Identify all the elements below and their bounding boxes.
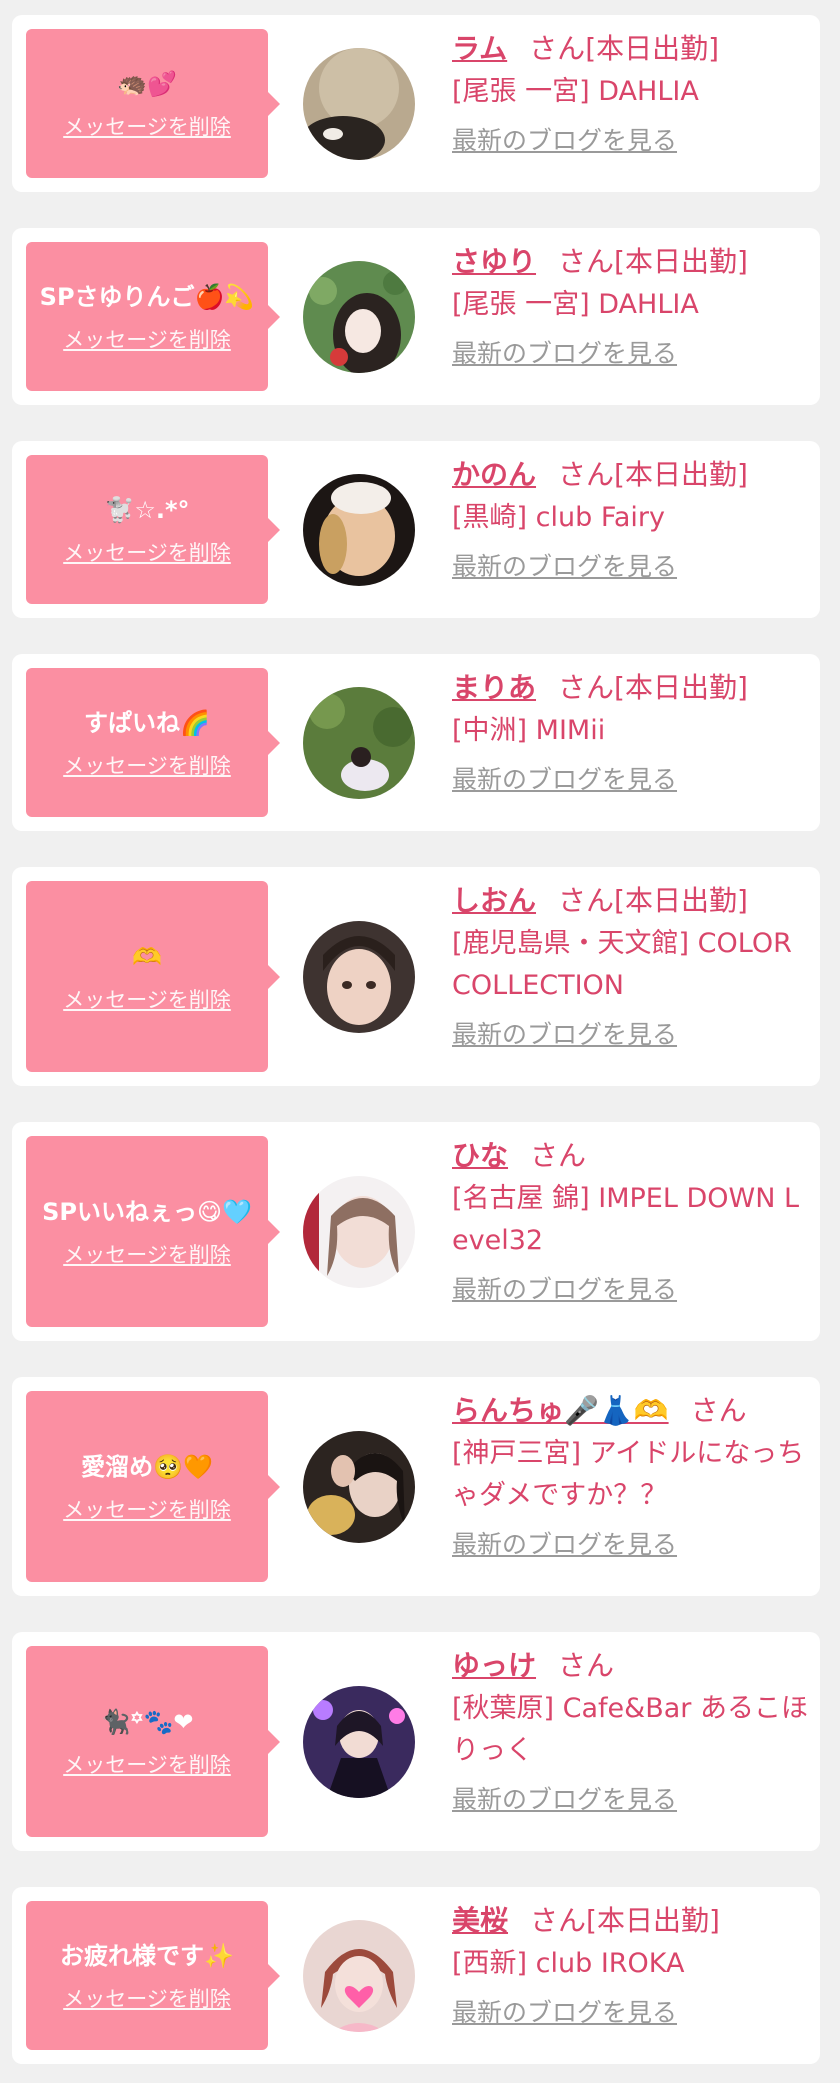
avatar[interactable] bbox=[303, 1686, 415, 1798]
delete-message-link[interactable]: メッセージを削除 bbox=[63, 1494, 231, 1524]
girl-name-link[interactable]: ラム bbox=[452, 32, 507, 65]
shop-info: [名古屋 錦] IMPEL DOWN Level32 bbox=[452, 1183, 800, 1256]
honorific: さん bbox=[558, 245, 615, 278]
list-item: 🦔💕 メッセージを削除 ラム さん[本日出勤] [尾張 一宮] DAHLIA 最新… bbox=[12, 15, 820, 192]
message-text: 愛溜め🥺🧡 bbox=[81, 1452, 213, 1481]
honorific: さん bbox=[529, 32, 586, 65]
delete-message-link[interactable]: メッセージを削除 bbox=[63, 324, 231, 354]
message-bubble: お疲れ様です✨ メッセージを削除 bbox=[26, 1901, 280, 2050]
message-list: 🦔💕 メッセージを削除 ラム さん[本日出勤] [尾張 一宮] DAHLIA 最新… bbox=[0, 0, 840, 2083]
girl-name-link[interactable]: かのん bbox=[452, 458, 536, 491]
message-bubble: SPさゆりんご🍎💫 メッセージを削除 bbox=[26, 242, 280, 391]
message-text: 🦔💕 bbox=[117, 69, 177, 98]
shop-info: [秋葉原] Cafe&Bar あるこほりっく bbox=[452, 1693, 808, 1766]
latest-blog-link[interactable]: 最新のブログを見る bbox=[452, 1993, 677, 2029]
avatar[interactable] bbox=[303, 474, 415, 586]
list-item: お疲れ様です✨ メッセージを削除 美桜 さん[本日出勤] [西新] club IR… bbox=[12, 1887, 820, 2064]
avatar[interactable] bbox=[303, 1176, 415, 1288]
list-item: 🫶 メッセージを削除 しおん さん[本日出勤] [鹿児島県・天文館] COLOR … bbox=[12, 867, 820, 1086]
delete-message-link[interactable]: メッセージを削除 bbox=[63, 537, 231, 567]
girl-name-link[interactable]: らんちゅ🎤👗🫶 bbox=[452, 1394, 669, 1427]
girl-name-link[interactable]: しおん bbox=[452, 884, 536, 917]
message-text: 🫶 bbox=[132, 942, 162, 971]
message-bubble: 🐈‍⬛꙳🐾❤ メッセージを削除 bbox=[26, 1646, 280, 1837]
message-bubble: 愛溜め🥺🧡 メッセージを削除 bbox=[26, 1391, 280, 1582]
honorific: さん bbox=[530, 1904, 587, 1937]
honorific: さん bbox=[558, 1649, 615, 1682]
avatar[interactable] bbox=[303, 1920, 415, 2032]
shop-info: [中洲] MIMii bbox=[452, 715, 606, 746]
message-bubble: 🐩☆.*° メッセージを削除 bbox=[26, 455, 280, 604]
honorific: さん bbox=[690, 1394, 747, 1427]
attendance-status: [本日出勤] bbox=[614, 884, 748, 917]
message-bubble: 🫶 メッセージを削除 bbox=[26, 881, 280, 1072]
latest-blog-link[interactable]: 最新のブログを見る bbox=[452, 1015, 677, 1051]
latest-blog-link[interactable]: 最新のブログを見る bbox=[452, 547, 677, 583]
message-text: お疲れ様です✨ bbox=[60, 1941, 234, 1970]
girl-name-link[interactable]: まりあ bbox=[452, 671, 536, 704]
message-text: SPさゆりんご🍎💫 bbox=[39, 282, 255, 311]
delete-message-link[interactable]: メッセージを削除 bbox=[63, 750, 231, 780]
message-text: 🐈‍⬛꙳🐾❤ bbox=[100, 1707, 194, 1736]
attendance-status: [本日出勤] bbox=[586, 1904, 720, 1937]
shop-info: [黒崎] club Fairy bbox=[452, 502, 666, 533]
latest-blog-link[interactable]: 最新のブログを見る bbox=[452, 760, 677, 796]
list-item: 愛溜め🥺🧡 メッセージを削除 らんちゅ🎤👗🫶 さん [神戸三宮] アイドルになっち… bbox=[12, 1377, 820, 1596]
latest-blog-link[interactable]: 最新のブログを見る bbox=[452, 121, 677, 157]
honorific: さん bbox=[530, 1139, 587, 1172]
girl-name-link[interactable]: 美桜 bbox=[452, 1904, 508, 1937]
list-item: 🐈‍⬛꙳🐾❤ メッセージを削除 ゆっけ さん [秋葉原] Cafe&Bar あるこ… bbox=[12, 1632, 820, 1851]
avatar[interactable] bbox=[303, 1431, 415, 1543]
girl-name-link[interactable]: さゆり bbox=[452, 245, 536, 278]
avatar[interactable] bbox=[303, 261, 415, 373]
honorific: さん bbox=[558, 458, 615, 491]
attendance-status: [本日出勤] bbox=[614, 245, 748, 278]
list-item: SPいいねぇっ😋🩵 メッセージを削除 ひな さん [名古屋 錦] IMPEL DO… bbox=[12, 1122, 820, 1341]
shop-info: [神戸三宮] アイドルになっちゃダメですか？？ bbox=[452, 1438, 805, 1511]
delete-message-link[interactable]: メッセージを削除 bbox=[63, 111, 231, 141]
message-text: 🐩☆.*° bbox=[104, 495, 190, 524]
honorific: さん bbox=[558, 671, 615, 704]
attendance-status: [本日出勤] bbox=[614, 458, 748, 491]
delete-message-link[interactable]: メッセージを削除 bbox=[63, 1749, 231, 1779]
shop-info: [尾張 一宮] DAHLIA bbox=[452, 76, 699, 107]
delete-message-link[interactable]: メッセージを削除 bbox=[63, 1239, 231, 1269]
latest-blog-link[interactable]: 最新のブログを見る bbox=[452, 1525, 677, 1561]
avatar[interactable] bbox=[303, 921, 415, 1033]
latest-blog-link[interactable]: 最新のブログを見る bbox=[452, 1780, 677, 1816]
message-text: すぱいね🌈 bbox=[84, 708, 210, 737]
delete-message-link[interactable]: メッセージを削除 bbox=[63, 1983, 231, 2013]
girl-name-link[interactable]: ゆっけ bbox=[452, 1649, 536, 1682]
shop-info: [鹿児島県・天文館] COLOR COLLECTION bbox=[452, 928, 792, 1001]
message-bubble: SPいいねぇっ😋🩵 メッセージを削除 bbox=[26, 1136, 280, 1327]
list-item: SPさゆりんご🍎💫 メッセージを削除 さゆり さん[本日出勤] [尾張 一宮] D… bbox=[12, 228, 820, 405]
attendance-status: [本日出勤] bbox=[614, 671, 748, 704]
shop-info: [西新] club IROKA bbox=[452, 1948, 685, 1979]
attendance-status: [本日出勤] bbox=[585, 32, 720, 65]
message-bubble: 🦔💕 メッセージを削除 bbox=[26, 29, 280, 178]
list-item: 🐩☆.*° メッセージを削除 かのん さん[本日出勤] [黒崎] club Fai… bbox=[12, 441, 820, 618]
message-bubble: すぱいね🌈 メッセージを削除 bbox=[26, 668, 280, 817]
avatar[interactable] bbox=[303, 48, 415, 160]
latest-blog-link[interactable]: 最新のブログを見る bbox=[452, 1270, 677, 1306]
honorific: さん bbox=[558, 884, 615, 917]
delete-message-link[interactable]: メッセージを削除 bbox=[63, 984, 231, 1014]
latest-blog-link[interactable]: 最新のブログを見る bbox=[452, 334, 677, 370]
message-text: SPいいねぇっ😋🩵 bbox=[42, 1197, 252, 1226]
avatar[interactable] bbox=[303, 687, 415, 799]
list-item: すぱいね🌈 メッセージを削除 まりあ さん[本日出勤] [中洲] MIMii 最新… bbox=[12, 654, 820, 831]
shop-info: [尾張 一宮] DAHLIA bbox=[452, 289, 699, 320]
girl-name-link[interactable]: ひな bbox=[452, 1139, 508, 1172]
